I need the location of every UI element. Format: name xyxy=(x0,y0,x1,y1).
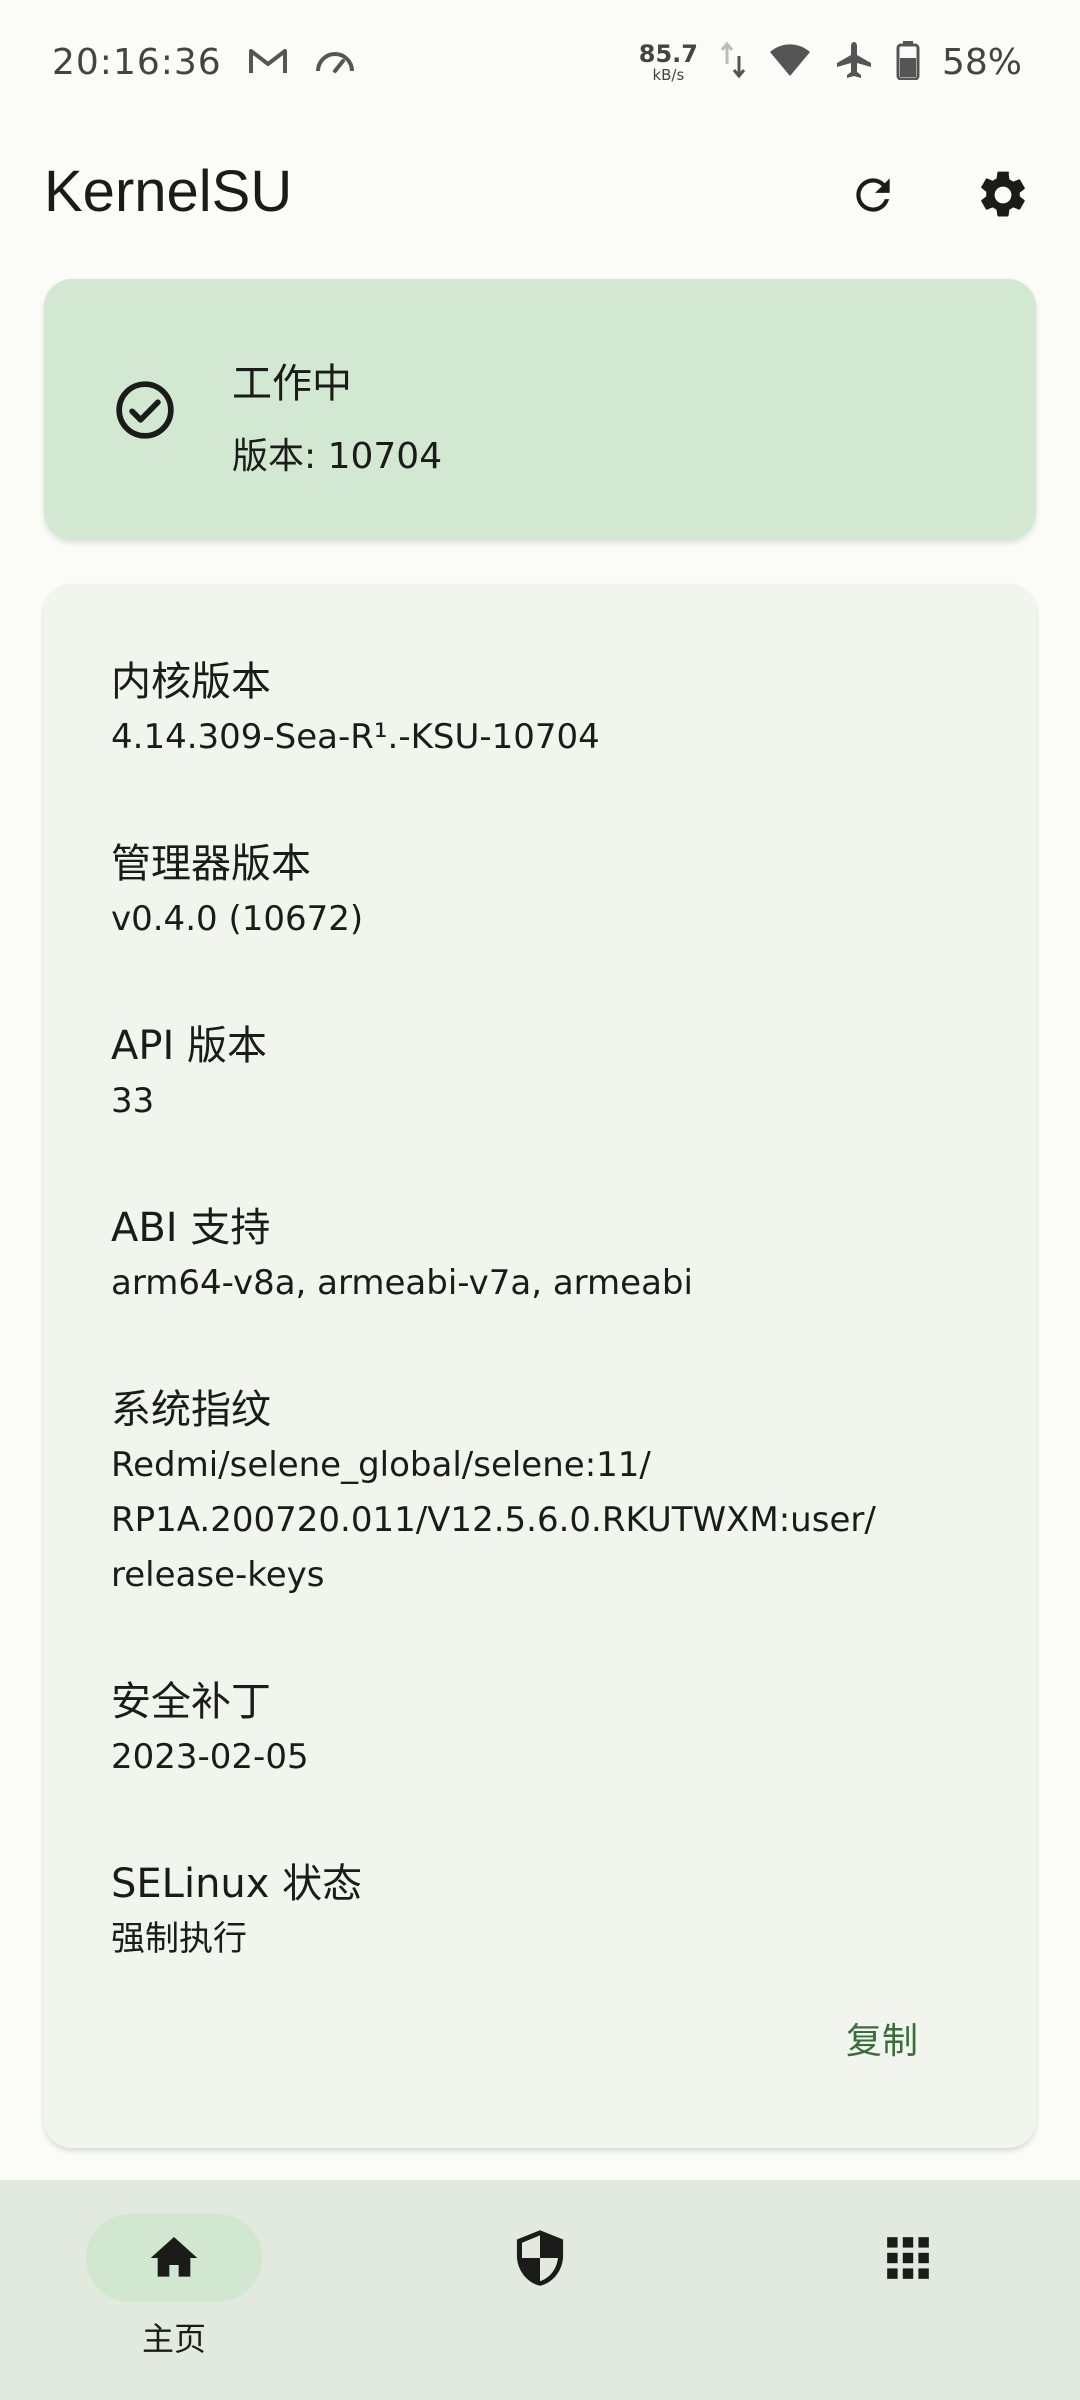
clock: 20:16:36 xyxy=(52,42,222,83)
check-circle-icon xyxy=(116,381,174,439)
network-speed-value: 85.7 xyxy=(638,39,698,68)
data-transfer-icon xyxy=(720,40,746,84)
airplane-icon xyxy=(834,40,874,84)
refresh-icon xyxy=(856,178,890,212)
info-value: 33 xyxy=(111,1081,155,1121)
status-title: 工作中 xyxy=(232,361,352,407)
speedometer-icon xyxy=(314,45,356,81)
battery-percent: 58% xyxy=(941,41,1022,83)
info-label: SELinux 状态 xyxy=(111,1861,363,1907)
home-icon xyxy=(150,2237,198,2277)
gmail-icon xyxy=(248,45,288,81)
info-label: ABI 支持 xyxy=(111,1205,271,1251)
status-bar-left: 20:16:36 xyxy=(52,42,356,83)
bottom-navigation: 主页 xyxy=(0,2180,1080,2400)
wifi-icon xyxy=(768,42,812,82)
fingerprint-line: release-keys xyxy=(111,1555,325,1595)
status-bar-right: 85.7 kB/s 58% xyxy=(639,40,1022,84)
nav-superuser[interactable] xyxy=(470,2180,610,2400)
info-label: 管理器版本 xyxy=(111,841,311,887)
info-value: 强制执行 xyxy=(111,1919,247,1959)
info-kernel-version: 内核版本 4.14.309-Sea-R¹.-KSU-10704 xyxy=(111,656,991,765)
app-title: KernelSU xyxy=(44,159,293,224)
info-api-version: API 版本 33 xyxy=(111,1020,991,1129)
info-security-patch: 安全补丁 2023-02-05 xyxy=(111,1676,991,1785)
working-status-card[interactable]: 工作中 版本: 10704 xyxy=(44,279,1036,540)
network-speed-unit: kB/s xyxy=(652,65,685,84)
fingerprint-line: RP1A.200720.011/V12.5.6.0.RKUTWXM:user/ xyxy=(111,1500,876,1540)
info-manager-version: 管理器版本 v0.4.0 (10672) xyxy=(111,838,991,947)
fingerprint-line: Redmi/selene_global/selene:11/ xyxy=(111,1445,651,1485)
battery-icon xyxy=(896,40,920,84)
info-value: 2023-02-05 xyxy=(111,1737,309,1777)
nav-modules[interactable] xyxy=(838,2180,978,2400)
info-value: arm64-v8a, armeabi-v7a, armeabi xyxy=(111,1263,693,1303)
nav-home-label: 主页 xyxy=(141,2320,206,2358)
info-value: 4.14.309-Sea-R¹.-KSU-10704 xyxy=(111,717,600,757)
shield-icon xyxy=(516,2230,564,2286)
network-speed: 85.7 kB/s xyxy=(639,42,698,83)
status-version: 版本: 10704 xyxy=(232,436,443,477)
info-abi-support: ABI 支持 arm64-v8a, armeabi-v7a, armeabi xyxy=(111,1202,991,1311)
info-value: v0.4.0 (10672) xyxy=(111,899,364,939)
device-info-card: 内核版本 4.14.309-Sea-R¹.-KSU-10704 管理器版本 v0… xyxy=(44,584,1036,2148)
nav-home-indicator xyxy=(86,2214,262,2302)
info-label: API 版本 xyxy=(111,1023,267,1069)
top-app-bar: KernelSU xyxy=(0,140,1080,250)
status-bar: 20:16:36 85.7 kB/s 58% xyxy=(0,0,1080,130)
info-selinux-status: SELinux 状态 强制执行 xyxy=(111,1858,991,1967)
info-label: 安全补丁 xyxy=(111,1679,271,1725)
apps-grid-icon xyxy=(887,2237,929,2279)
nav-home[interactable]: 主页 xyxy=(86,2180,262,2400)
settings-gear-icon xyxy=(981,171,1025,217)
refresh-button[interactable] xyxy=(838,160,908,230)
info-label: 系统指纹 xyxy=(111,1387,271,1433)
settings-button[interactable] xyxy=(968,160,1038,230)
copy-button[interactable]: 复制 xyxy=(834,2004,930,2072)
info-label: 内核版本 xyxy=(111,659,271,705)
info-value: Redmi/selene_global/selene:11/ RP1A.2007… xyxy=(111,1438,991,1603)
info-system-fingerprint: 系统指纹 Redmi/selene_global/selene:11/ RP1A… xyxy=(111,1384,991,1603)
